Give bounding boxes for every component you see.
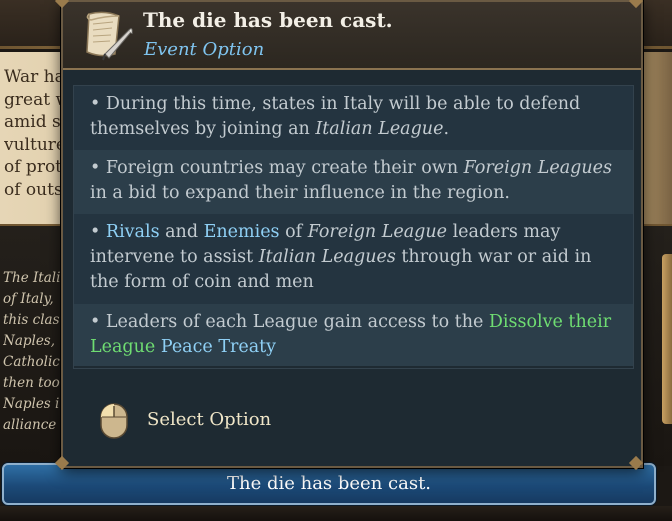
foreign-leagues-term: Foreign Leagues: [463, 158, 612, 178]
tooltip-subtitle: Event Option: [144, 39, 265, 60]
scroll-quill-icon: [86, 11, 133, 61]
foreign-league-term: Foreign League: [307, 222, 448, 242]
bottom-frame: [0, 506, 672, 521]
italian-leagues-term: Italian Leagues: [258, 247, 396, 267]
tooltip-title: The die has been cast.: [143, 8, 393, 32]
event-option-tooltip: The die has been cast. Event Option • Du…: [54, 0, 644, 471]
enemies-link: Enemies: [203, 222, 280, 242]
effects-list: • During this time, states in Italy will…: [73, 85, 634, 369]
background-panel-edge: [642, 52, 672, 224]
select-option-hint: Select Option: [99, 402, 299, 442]
event-option-label: The die has been cast.: [226, 473, 432, 494]
effect-italian-league: • During this time, states in Italy will…: [74, 86, 633, 150]
tooltip-header: The die has been cast. Event Option: [63, 2, 641, 70]
background-description-text: War ha great w amid s vulture of prot of…: [4, 67, 62, 200]
effect-intervention: • Rivals and Enemies of Foreign League l…: [74, 214, 633, 304]
event-option-button[interactable]: The die has been cast.: [2, 463, 656, 505]
mouse-left-click-icon: [100, 403, 128, 439]
background-scroll-tab[interactable]: [662, 254, 672, 424]
rivals-link: Rivals: [105, 222, 160, 242]
italian-league-term: Italian League: [315, 119, 444, 139]
background-flavor-text: The Itali of Italy, this clas Naples, Ca…: [3, 270, 61, 433]
corner-ornament: [628, 455, 644, 471]
effect-foreign-leagues: • Foreign countries may create their own…: [74, 150, 633, 214]
peace-treaty-link: Peace Treaty: [160, 337, 277, 357]
effect-peace-treaty: • Leaders of each League gain access to …: [74, 304, 633, 366]
select-option-label: Select Option: [147, 409, 272, 430]
